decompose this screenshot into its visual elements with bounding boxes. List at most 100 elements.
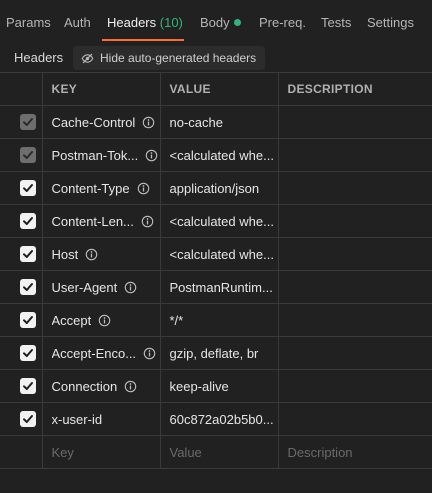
header-description-cell[interactable] — [277, 402, 432, 436]
headers-table: KEY VALUE DESCRIPTION Cache-Control no-ca… — [0, 72, 432, 469]
info-icon[interactable] — [145, 149, 158, 162]
header-key-text: x-user-id — [51, 411, 103, 427]
row-select-cell — [0, 204, 43, 238]
headers-section-title: Headers — [14, 50, 64, 65]
info-icon[interactable] — [85, 248, 98, 261]
row-enabled-checkbox[interactable] — [20, 213, 36, 229]
header-value-text: no-cache — [169, 114, 223, 130]
header-value-cell[interactable]: gzip, deflate, br — [159, 336, 279, 370]
header-description-cell[interactable] — [277, 138, 432, 172]
table-row: Host <calculated whe... — [0, 237, 432, 271]
header-description-cell[interactable] — [277, 270, 432, 304]
row-enabled-checkbox[interactable] — [20, 180, 36, 196]
header-description-cell[interactable] — [277, 105, 432, 139]
header-description-cell[interactable] — [277, 204, 432, 238]
info-icon[interactable] — [142, 116, 155, 129]
header-value-cell[interactable]: <calculated whe... — [159, 204, 279, 238]
header-value-cell[interactable]: */* — [159, 303, 279, 337]
header-key-cell[interactable]: Accept-Enco... — [41, 336, 161, 370]
select-column-header — [0, 72, 43, 106]
header-value-cell[interactable]: PostmanRuntim... — [159, 270, 279, 304]
header-key-cell[interactable]: Connection — [41, 369, 161, 403]
header-value-text: application/json — [169, 180, 260, 196]
header-key-cell[interactable]: Content-Len... — [41, 204, 161, 238]
header-key-text: Connection — [51, 378, 118, 394]
info-icon[interactable] — [141, 215, 154, 228]
value-placeholder: Value — [169, 444, 202, 460]
header-key-text: Postman-Tok... — [51, 147, 139, 163]
tab-headers[interactable]: Headers (10) — [107, 15, 183, 30]
header-key-text: Cache-Control — [51, 114, 136, 130]
header-value-cell[interactable]: no-cache — [159, 105, 279, 139]
tab-auth[interactable]: Auth — [64, 15, 91, 30]
info-icon[interactable] — [137, 182, 150, 195]
header-key-text: Content-Len... — [51, 213, 134, 229]
info-icon[interactable] — [98, 314, 111, 327]
tab-body[interactable]: Body — [200, 15, 241, 30]
description-placeholder: Description — [287, 444, 353, 460]
tab-headers-label: Headers — [107, 15, 157, 30]
table-row: Accept */* — [0, 303, 432, 337]
row-enabled-checkbox[interactable] — [20, 147, 36, 163]
header-key-cell[interactable]: Cache-Control — [41, 105, 161, 139]
header-key-cell[interactable]: x-user-id — [41, 402, 161, 436]
headers-count-badge: (10) — [159, 15, 183, 30]
request-tabs: Params Auth Headers (10) Body Pre-req. T… — [0, 0, 432, 46]
checkmark-icon — [22, 413, 34, 425]
header-key-cell[interactable]: Content-Type — [41, 171, 161, 205]
row-select-cell — [0, 369, 43, 403]
checkmark-icon — [22, 215, 34, 227]
headers-toolbar: Headers Hide auto-generated headers — [0, 46, 432, 72]
header-value-cell[interactable]: <calculated whe... — [159, 237, 279, 271]
table-row: Content-Len... <calculated whe... — [0, 204, 432, 238]
tab-pre-request[interactable]: Pre-req. — [259, 15, 306, 30]
body-indicator-dot — [233, 19, 241, 26]
header-value-cell[interactable]: application/json — [159, 171, 279, 205]
table-header-row: KEY VALUE DESCRIPTION — [0, 72, 432, 106]
row-select-cell — [0, 303, 43, 337]
tab-settings[interactable]: Settings — [367, 15, 414, 30]
row-enabled-checkbox[interactable] — [20, 279, 36, 295]
checkmark-icon — [22, 116, 34, 128]
header-key-text: User-Agent — [51, 279, 118, 295]
hide-auto-generated-headers-button[interactable]: Hide auto-generated headers — [73, 46, 266, 70]
header-value-text: <calculated whe... — [169, 246, 274, 262]
header-value-text: */* — [169, 312, 184, 328]
row-enabled-checkbox[interactable] — [20, 114, 36, 130]
header-description-cell[interactable] — [277, 237, 432, 271]
tab-tests[interactable]: Tests — [321, 15, 351, 30]
tab-params[interactable]: Params — [6, 15, 51, 30]
header-description-cell[interactable] — [277, 336, 432, 370]
header-description-cell[interactable] — [277, 171, 432, 205]
header-key-cell[interactable]: Accept — [41, 303, 161, 337]
row-select-cell — [0, 237, 43, 271]
checkmark-icon — [22, 380, 34, 392]
new-value-input[interactable]: Value — [159, 435, 279, 469]
header-value-text: <calculated whe... — [169, 147, 274, 163]
header-key-cell[interactable]: Postman-Tok... — [41, 138, 161, 172]
table-row: x-user-id 60c872a02b5b0... — [0, 402, 432, 436]
header-description-cell[interactable] — [277, 303, 432, 337]
header-key-text: Accept-Enco... — [51, 345, 137, 361]
checkmark-icon — [22, 248, 34, 260]
header-value-cell[interactable]: keep-alive — [159, 369, 279, 403]
header-value-text: 60c872a02b5b0... — [169, 411, 274, 427]
new-key-input[interactable]: Key — [41, 435, 161, 469]
new-description-input[interactable]: Description — [277, 435, 432, 469]
table-row: Content-Type application/json — [0, 171, 432, 205]
header-value-cell[interactable]: 60c872a02b5b0... — [159, 402, 279, 436]
header-value-cell[interactable]: <calculated whe... — [159, 138, 279, 172]
row-enabled-checkbox[interactable] — [20, 345, 36, 361]
row-enabled-checkbox[interactable] — [20, 411, 36, 427]
active-tab-indicator — [102, 39, 184, 41]
row-select-cell — [0, 270, 43, 304]
row-enabled-checkbox[interactable] — [20, 378, 36, 394]
header-key-cell[interactable]: Host — [41, 237, 161, 271]
info-icon[interactable] — [124, 380, 137, 393]
row-enabled-checkbox[interactable] — [20, 246, 36, 262]
info-icon[interactable] — [143, 347, 156, 360]
header-key-cell[interactable]: User-Agent — [41, 270, 161, 304]
row-enabled-checkbox[interactable] — [20, 312, 36, 328]
info-icon[interactable] — [124, 281, 137, 294]
header-description-cell[interactable] — [277, 369, 432, 403]
